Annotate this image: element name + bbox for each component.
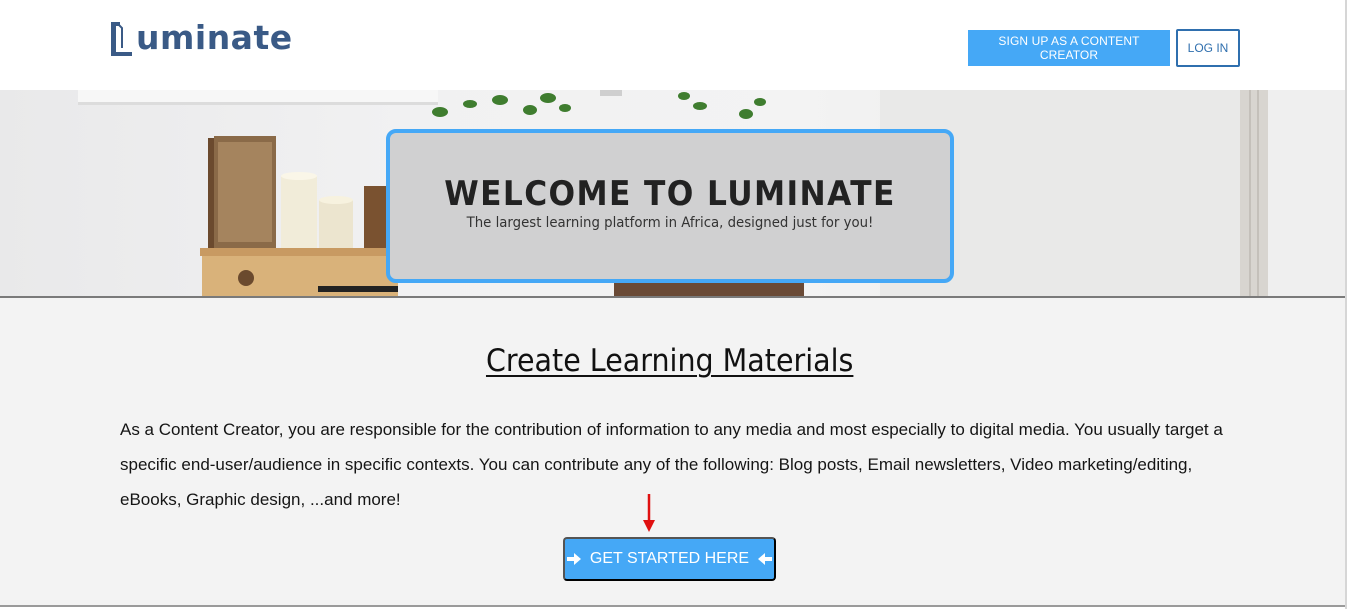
welcome-card: WELCOME TO LUMINATE The largest learning… <box>386 129 954 283</box>
login-button[interactable]: LOG IN <box>1176 29 1240 67</box>
arrow-right-icon <box>566 553 581 565</box>
get-started-button[interactable]: GET STARTED HERE <box>563 537 776 581</box>
signup-content-creator-button[interactable]: SIGN UP AS A CONTENT CREATOR <box>968 30 1170 66</box>
get-started-label: GET STARTED HERE <box>589 550 750 567</box>
hero-banner: WELCOME TO LUMINATE The largest learning… <box>0 90 1345 298</box>
welcome-subtitle: The largest learning platform in Africa,… <box>466 215 874 231</box>
logo-text: uminate <box>136 18 293 57</box>
logo-mark-icon <box>111 22 132 56</box>
section-title: Create Learning Materials <box>0 342 1340 380</box>
section-description: As a Content Creator, you are responsibl… <box>120 420 1223 509</box>
luminate-logo[interactable]: uminate <box>108 18 293 58</box>
welcome-title: WELCOME TO LUMINATE <box>444 174 896 214</box>
arrow-left-icon <box>758 553 773 565</box>
annotation-arrow-icon <box>643 494 655 532</box>
section-title-text: Create Learning Materials <box>486 343 854 379</box>
site-header: uminate SIGN UP AS A CONTENT CREATOR LOG… <box>0 0 1345 90</box>
